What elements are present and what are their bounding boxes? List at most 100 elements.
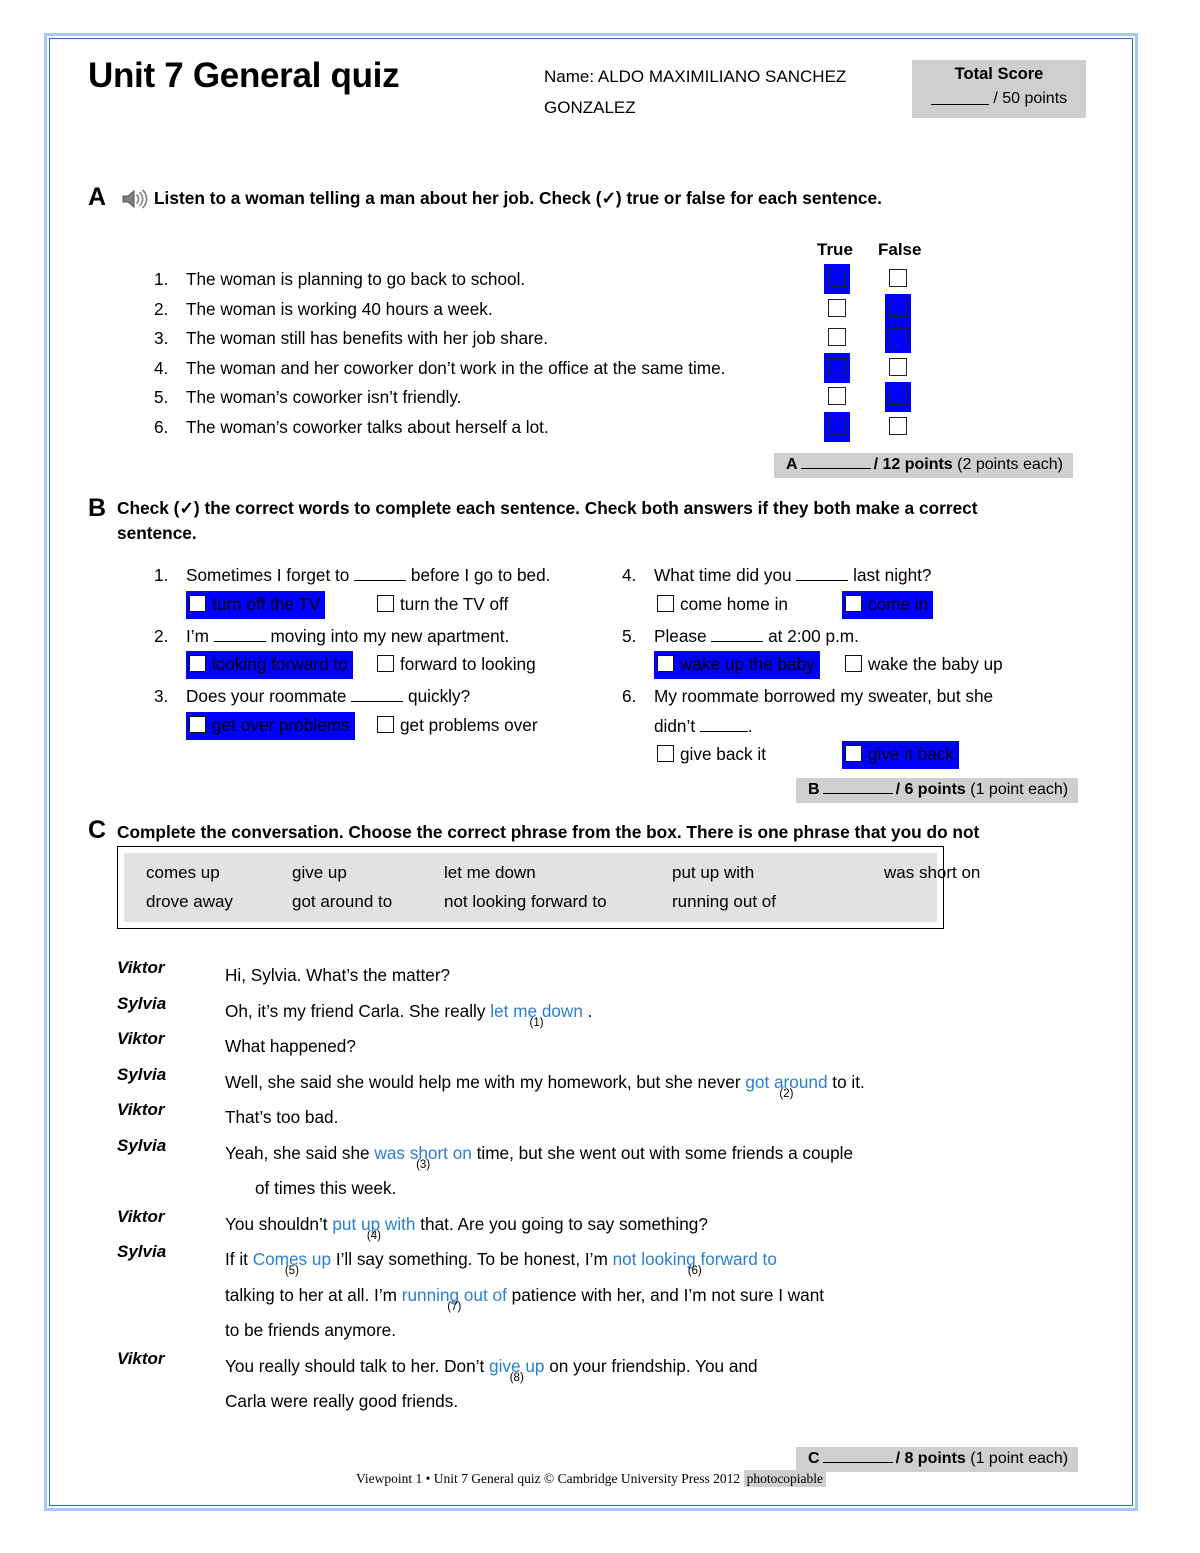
question-text: What time did you last night? xyxy=(654,565,932,585)
section-a-score-points: / 12 points xyxy=(873,456,953,473)
section-c-score-letter: C xyxy=(808,1450,820,1467)
section-b-question-line2: didn’t . xyxy=(622,712,1092,742)
section-b-score-points: / 6 points xyxy=(895,781,966,798)
utterance-text: What happened? xyxy=(225,1036,356,1056)
item-number: 3. xyxy=(154,686,169,707)
checkbox-false[interactable] xyxy=(889,298,907,317)
item-number: 6. xyxy=(622,686,637,707)
answer-blank[interactable] xyxy=(711,629,764,642)
utterance: If it Comes up (5) I’ll say something. To… xyxy=(225,1242,1017,1278)
section-b-letter: B xyxy=(88,494,107,522)
option-a[interactable]: give back it xyxy=(654,741,771,769)
option-label: get problems over xyxy=(400,714,538,735)
conversation-line: Viktor You shouldn’t put up with (4) that.… xyxy=(117,1207,1017,1243)
answer-blank[interactable] xyxy=(351,689,404,703)
conversation-line: Viktor That’s too bad. xyxy=(117,1100,1017,1136)
section-a-score-blank[interactable] xyxy=(800,457,871,469)
answer-blank[interactable] xyxy=(213,629,266,642)
section-c-score-blank[interactable] xyxy=(822,1451,893,1463)
option-label: wake the baby up xyxy=(868,654,1003,675)
checkbox-true[interactable] xyxy=(828,357,846,376)
checkbox[interactable] xyxy=(845,745,862,763)
option-a[interactable]: wake up the baby xyxy=(654,651,820,680)
utterance-text: Oh, it’s my friend Carla. She really xyxy=(225,1000,491,1021)
option-label: come in xyxy=(868,593,929,614)
conversation-line: to be friends anymore. xyxy=(117,1313,1017,1349)
utterance: Carla were really good friends. xyxy=(225,1384,1017,1420)
answer-blank[interactable] xyxy=(699,719,748,732)
option-a[interactable]: come home in xyxy=(654,591,793,619)
option-b[interactable]: wake the baby up xyxy=(842,651,1008,679)
quiz-page: Unit 7 General quiz Name: ALDO MAXIMILIA… xyxy=(44,33,1138,1511)
checkbox[interactable] xyxy=(377,655,394,673)
section-b-options: wake up the baby wake the baby up xyxy=(622,651,1092,682)
option-b[interactable]: come in xyxy=(842,590,934,619)
item-text: The woman is planning to go back to scho… xyxy=(186,269,526,289)
checkbox[interactable] xyxy=(657,655,674,673)
utterance: Yeah, she said she was short on (3) time,… xyxy=(225,1136,1017,1172)
total-score-blank[interactable] xyxy=(930,91,989,105)
item-number: 4. xyxy=(622,565,637,585)
total-score-value[interactable]: / 50 points xyxy=(912,84,1086,108)
utterance: That’s too bad. xyxy=(225,1100,1017,1136)
conversation-line: talking to her at all. I’m running out o… xyxy=(117,1278,1017,1314)
section-b-score-blank[interactable] xyxy=(822,782,893,794)
option-b[interactable]: give it back xyxy=(842,741,959,770)
checkbox-true[interactable] xyxy=(828,269,846,287)
option-b[interactable]: forward to looking xyxy=(374,651,541,679)
conversation-line: Sylvia Oh, it’s my friend Carla. She real… xyxy=(117,994,1017,1030)
checkbox[interactable] xyxy=(845,594,862,612)
conversation-line: Viktor Hi, Sylvia. What’s the matter? xyxy=(117,958,1017,994)
speaker-label: Sylvia xyxy=(117,1064,167,1084)
answer-blank[interactable] xyxy=(354,568,407,581)
checkbox[interactable] xyxy=(657,745,674,763)
utterance-text: to be friends anymore. xyxy=(225,1320,397,1340)
checkbox-true[interactable] xyxy=(828,387,846,406)
checkbox[interactable] xyxy=(189,715,206,733)
speaker-label: Sylvia xyxy=(117,993,167,1013)
item-text: The woman is working 40 hours a week. xyxy=(186,298,493,319)
checkbox-true[interactable] xyxy=(828,298,846,317)
option-label: give back it xyxy=(680,744,766,765)
checkbox-true[interactable] xyxy=(828,416,846,435)
option-a[interactable]: looking forward to xyxy=(186,651,353,680)
checkbox[interactable] xyxy=(845,655,862,673)
section-b-question: 4. What time did you last night? xyxy=(622,561,1092,591)
section-b-options: come home in come in xyxy=(622,590,1092,622)
answer-blank[interactable] xyxy=(796,568,849,581)
checkbox[interactable] xyxy=(189,594,206,612)
checkbox-false[interactable] xyxy=(889,387,907,406)
option-label: turn the TV off xyxy=(400,593,509,614)
question-text-line2: didn’t . xyxy=(654,715,753,736)
speaker-label: Viktor xyxy=(117,1206,165,1226)
utterance: You shouldn’t put up with (4) that. Are y… xyxy=(225,1207,1017,1243)
section-c-letter: C xyxy=(88,816,107,844)
checkbox-false[interactable] xyxy=(889,416,907,435)
utterance-text: You really should talk to her. Don’t xyxy=(225,1355,490,1376)
section-c-score: C / 8 points (1 point each) xyxy=(796,1447,1079,1472)
phrase-item: put up with xyxy=(672,863,755,882)
section-b-options: turn off the TV turn the TV off xyxy=(154,590,624,622)
speaker-label: Sylvia xyxy=(117,1135,167,1155)
option-b[interactable]: turn the TV off xyxy=(374,591,513,619)
student-name-line1: Name: ALDO MAXIMILIANO SANCHEZ xyxy=(544,67,847,86)
checkbox[interactable] xyxy=(189,655,206,673)
section-b-question: 5. Please at 2:00 p.m. xyxy=(622,622,1092,652)
checkbox[interactable] xyxy=(657,594,674,612)
checkbox-false[interactable] xyxy=(889,269,907,287)
speaker-label: Viktor xyxy=(117,1100,165,1119)
section-b-instructions: Check (✓) the correct words to complete … xyxy=(117,498,978,543)
checkbox-true[interactable] xyxy=(828,328,846,347)
phrase-item: give up xyxy=(292,863,347,882)
option-a[interactable]: turn off the TV xyxy=(186,590,326,619)
checkbox[interactable] xyxy=(377,715,394,733)
option-a[interactable]: get over problems xyxy=(186,711,355,740)
item-number: 3. xyxy=(154,328,169,349)
checkbox-false[interactable] xyxy=(889,328,907,347)
section-b-question: 1. Sometimes I forget to before I go to b… xyxy=(154,561,624,591)
utterance-text: That’s too bad. xyxy=(225,1107,339,1127)
checkbox-false[interactable] xyxy=(889,357,907,376)
footer-text: Viewpoint 1 • Unit 7 General quiz © Camb… xyxy=(355,1471,741,1486)
option-b[interactable]: get problems over xyxy=(374,712,543,740)
checkbox[interactable] xyxy=(377,594,394,612)
